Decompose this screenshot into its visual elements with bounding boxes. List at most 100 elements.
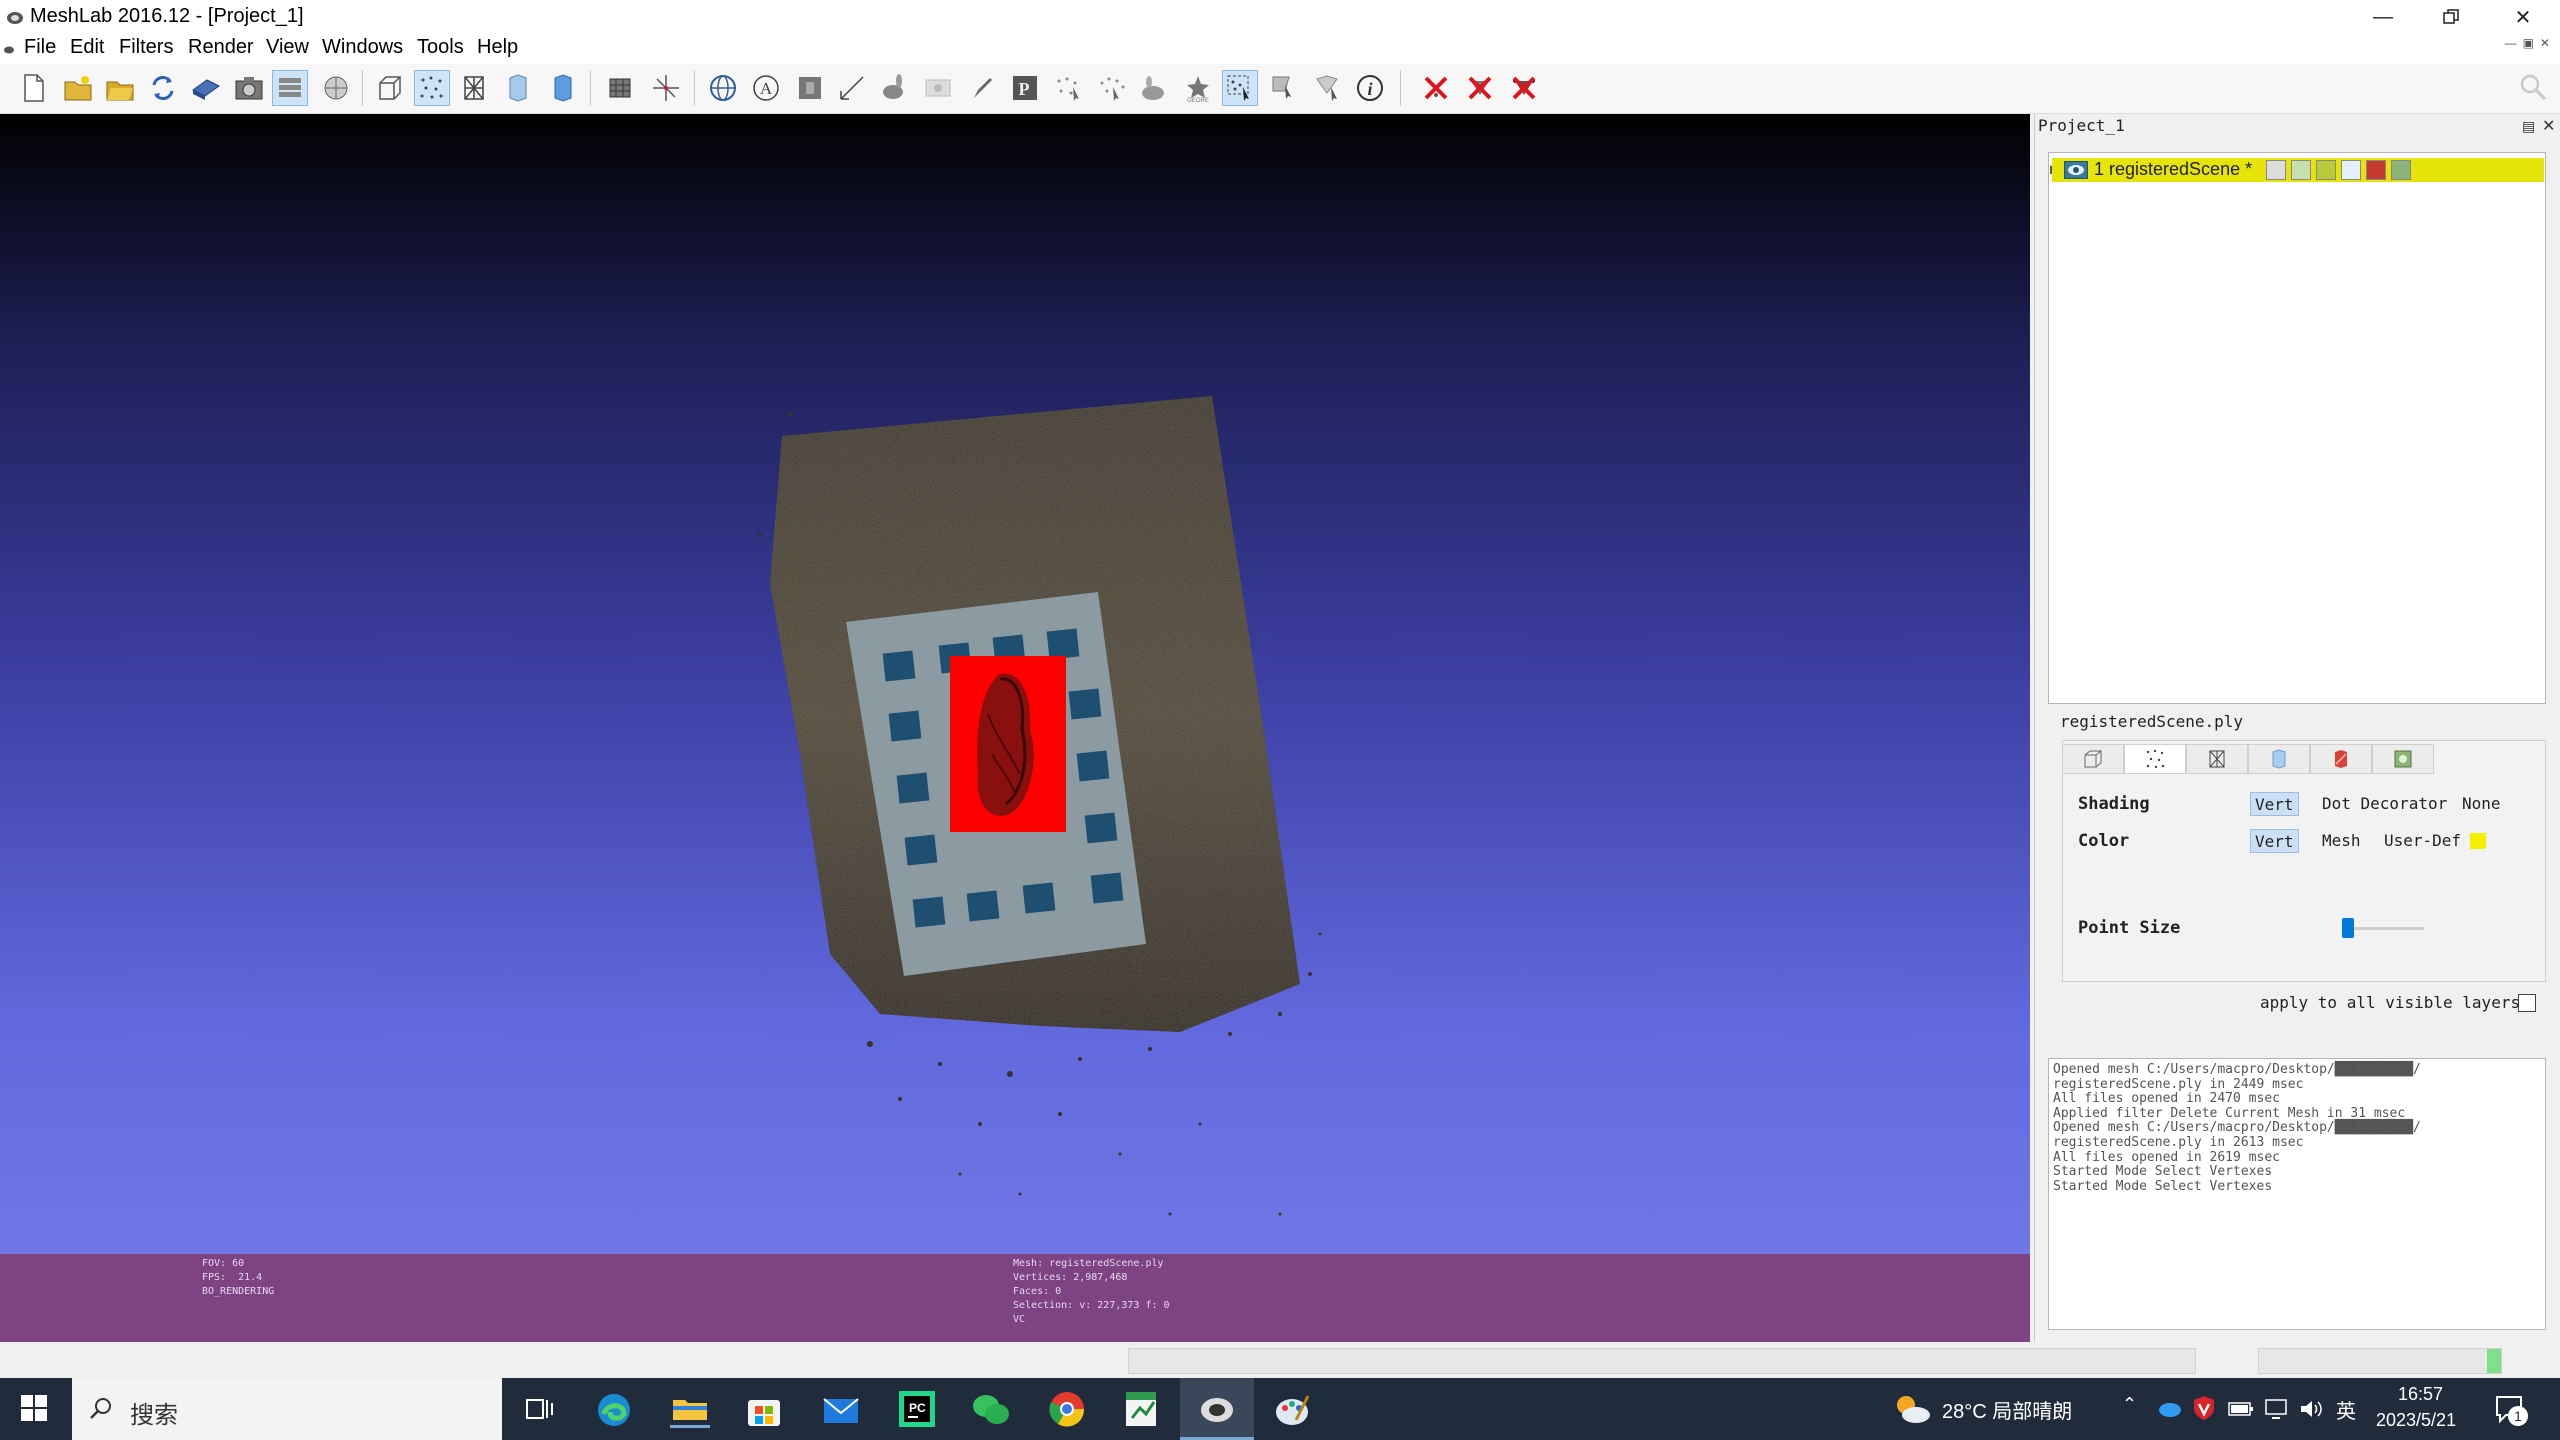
antivirus-icon[interactable] bbox=[2192, 1394, 2216, 1422]
file-explorer-icon[interactable] bbox=[670, 1392, 710, 1428]
shading-none-option[interactable]: None bbox=[2458, 792, 2505, 816]
dock-close-icon[interactable]: ✕ bbox=[2542, 116, 2555, 136]
pycharm-icon[interactable]: PC bbox=[898, 1390, 936, 1428]
pick-points-button[interactable] bbox=[964, 70, 1000, 106]
import-mesh-button[interactable] bbox=[102, 70, 138, 106]
dock-float-icon[interactable]: ▤ bbox=[2522, 118, 2535, 135]
menu-windows[interactable]: Windows bbox=[322, 36, 403, 59]
shading-dot-decorator-option[interactable]: Dot Decorator bbox=[2318, 792, 2451, 816]
points-render-button[interactable] bbox=[414, 70, 450, 106]
menu-file[interactable]: File bbox=[24, 36, 56, 59]
notification-center-icon[interactable]: 1 bbox=[2494, 1394, 2528, 1426]
points-mini-icon[interactable] bbox=[2291, 160, 2311, 180]
apply-all-layers-checkbox[interactable] bbox=[2518, 994, 2536, 1012]
bbox-mini-icon[interactable] bbox=[2266, 160, 2286, 180]
spreadsheet-icon[interactable] bbox=[1122, 1390, 1160, 1428]
measure-tool-button[interactable] bbox=[834, 70, 870, 106]
lighting-button[interactable] bbox=[602, 70, 638, 106]
onedrive-icon[interactable] bbox=[2156, 1398, 2182, 1418]
edge-browser-icon[interactable] bbox=[594, 1390, 634, 1430]
search-icon[interactable] bbox=[2518, 72, 2548, 102]
chevron-up-icon[interactable]: ⌃ bbox=[2122, 1394, 2137, 1415]
tab-decorators[interactable] bbox=[2372, 744, 2434, 774]
user-color-swatch[interactable] bbox=[2470, 833, 2486, 849]
delete-selected-vertices-button[interactable] bbox=[1418, 70, 1454, 106]
color-mesh-option[interactable]: Mesh bbox=[2318, 829, 2365, 853]
menu-view[interactable]: View bbox=[266, 36, 309, 59]
raster-layer-button[interactable] bbox=[318, 70, 354, 106]
close-button[interactable]: ✕ bbox=[2490, 0, 2556, 34]
meshlab-taskbar-button[interactable] bbox=[1180, 1378, 1254, 1440]
tab-bbox[interactable] bbox=[2062, 744, 2124, 774]
manipulator-button[interactable] bbox=[705, 70, 741, 106]
new-project-button[interactable] bbox=[16, 70, 52, 106]
export-mesh-button[interactable] bbox=[188, 70, 224, 106]
paint-mesh-button[interactable] bbox=[792, 70, 828, 106]
menu-tools[interactable]: Tools bbox=[417, 36, 464, 59]
texture-mini-icon[interactable] bbox=[2366, 160, 2386, 180]
quality-mapper-button[interactable] bbox=[1136, 70, 1172, 106]
tab-solid[interactable] bbox=[2248, 744, 2310, 774]
bbox-render-button[interactable] bbox=[372, 70, 408, 106]
select-z-painting-button[interactable] bbox=[1094, 70, 1130, 106]
mail-icon[interactable] bbox=[822, 1396, 860, 1426]
menu-filters[interactable]: Filters bbox=[119, 36, 173, 59]
paint-select-button[interactable]: P bbox=[1007, 70, 1043, 106]
point-size-slider-handle[interactable] bbox=[2342, 918, 2354, 938]
layer-dialog-button[interactable] bbox=[272, 70, 308, 106]
volume-icon[interactable] bbox=[2298, 1398, 2324, 1420]
wireframe-render-button[interactable] bbox=[456, 70, 492, 106]
color-user-def-option[interactable]: User-Def bbox=[2380, 829, 2465, 853]
smooth-render-button[interactable] bbox=[545, 70, 581, 106]
solid-mini-icon[interactable] bbox=[2341, 160, 2361, 180]
georef-button[interactable] bbox=[920, 70, 956, 106]
3d-viewport[interactable] bbox=[0, 114, 2030, 1256]
tab-points[interactable] bbox=[2124, 744, 2186, 774]
menu-help[interactable]: Help bbox=[477, 36, 518, 59]
tab-texture[interactable] bbox=[2310, 744, 2372, 774]
layer-visibility-eye-icon[interactable] bbox=[2064, 161, 2088, 179]
input-method-indicator[interactable]: 英 bbox=[2336, 1395, 2356, 1424]
network-icon[interactable] bbox=[2264, 1398, 2290, 1420]
minimize-button[interactable]: — bbox=[2350, 0, 2416, 34]
decorator-mini-icon[interactable] bbox=[2391, 160, 2411, 180]
text-annotation-button[interactable]: A bbox=[748, 70, 784, 106]
select-connected-button[interactable] bbox=[1050, 70, 1086, 106]
battery-icon[interactable] bbox=[2228, 1400, 2254, 1418]
tab-wireframe[interactable] bbox=[2186, 744, 2248, 774]
delete-faces-vertices-button[interactable] bbox=[1506, 70, 1542, 106]
delete-selected-faces-button[interactable] bbox=[1462, 70, 1498, 106]
align-tool-button[interactable] bbox=[876, 70, 912, 106]
flat-render-button[interactable] bbox=[500, 70, 536, 106]
weather-icon[interactable] bbox=[1892, 1392, 1932, 1426]
chrome-icon[interactable] bbox=[1048, 1390, 1086, 1428]
snapshot-button[interactable] bbox=[231, 70, 267, 106]
wire-mini-icon[interactable] bbox=[2316, 160, 2336, 180]
color-vert-option[interactable]: Vert bbox=[2250, 829, 2299, 853]
select-connected-faces-button[interactable] bbox=[1310, 70, 1346, 106]
reload-button[interactable] bbox=[145, 70, 181, 106]
clock-date[interactable]: 2023/5/21 bbox=[2376, 1410, 2456, 1431]
weather-text[interactable]: 28°C 局部晴朗 bbox=[1942, 1395, 2072, 1424]
select-vertexes-button[interactable] bbox=[1222, 70, 1258, 106]
paint-app-icon[interactable] bbox=[1272, 1390, 1312, 1430]
layer-name[interactable]: 1 registeredScene * bbox=[2094, 159, 2252, 180]
task-view-icon[interactable] bbox=[524, 1394, 556, 1424]
menu-edit[interactable]: Edit bbox=[70, 36, 104, 59]
select-faces-button[interactable] bbox=[1266, 70, 1302, 106]
show-axis-button[interactable] bbox=[648, 70, 684, 106]
mdi-window-controls[interactable]: —▣✕ bbox=[2505, 36, 2556, 50]
open-project-button[interactable] bbox=[60, 70, 96, 106]
restore-button[interactable] bbox=[2418, 0, 2484, 34]
menu-render[interactable]: Render bbox=[188, 36, 254, 59]
info-button[interactable]: i bbox=[1352, 70, 1388, 106]
georef-tool-button[interactable]: GEORE bbox=[1180, 70, 1216, 106]
wechat-icon[interactable] bbox=[970, 1392, 1012, 1428]
point-size-slider-track[interactable] bbox=[2342, 918, 2424, 938]
taskbar-search-box[interactable]: 搜索 bbox=[72, 1378, 502, 1440]
clock-time[interactable]: 16:57 bbox=[2398, 1384, 2443, 1405]
shading-vert-option[interactable]: Vert bbox=[2250, 792, 2299, 816]
windows-start-icon[interactable] bbox=[20, 1394, 48, 1422]
store-icon[interactable] bbox=[746, 1392, 782, 1428]
layer-list[interactable] bbox=[2048, 152, 2546, 704]
